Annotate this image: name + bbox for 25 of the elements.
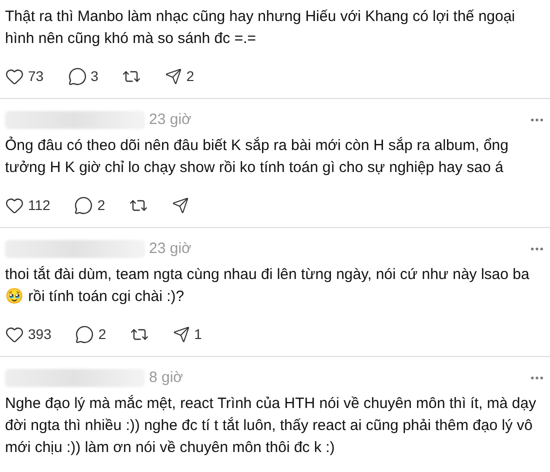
comment-icon: [75, 324, 94, 344]
comment-icon: [74, 196, 94, 214]
send-icon: [165, 68, 182, 84]
like-button[interactable]: 112: [5, 194, 50, 216]
post-text: Thật ra thì Manbo làm nhạc cũng hay nhưng Hiếu với Khang có lợi thế ngoại hình nên cũng khó mà so sánh đc =.=: [5, 7, 516, 49]
post-text: Nghe đạo lý mà mắc mệt, react Trình của HTH nói về chuyên môn thì ít, mà dạy đời ngta thì nhiều :)) nghe đc tí t tắt luôn, thấy react ai cũng phải thêm đạo lý vô mới chịu :)) làm ơn nói về chuyên môn thôi đc k :): [5, 394, 538, 458]
post-time: 8 giờ: [149, 368, 184, 388]
post-time: 23 giờ: [149, 238, 192, 259]
like-button[interactable]: 73: [5, 66, 44, 86]
share-button[interactable]: 1: [173, 324, 202, 344]
post-time: 23 giờ: [149, 110, 192, 130]
post-text: thoi tắt đài dùm, team ngta cùng nhau đi lên từng ngày, nói cứ như này lsao ba 🥹 rồi tính toán cgi chài :)?: [5, 265, 530, 307]
comment-icon: [68, 66, 87, 86]
heart-icon: [5, 196, 24, 214]
heart-icon: [5, 66, 24, 86]
share-button[interactable]: 2: [165, 66, 194, 86]
like-button[interactable]: 393: [5, 324, 52, 344]
share-button[interactable]: [172, 196, 190, 214]
post-text: Ỏng đâu có theo dõi nên đâu biết K sắp ra bài mới còn H sắp ra album, ổng tưởng H K giờ chỉ lo chạy show rồi ko tính toán gì cho sự nghiệp hay sao á: [5, 136, 510, 178]
reply-button[interactable]: 3: [68, 66, 98, 86]
reply-button[interactable]: 2: [75, 324, 106, 344]
reply-button[interactable]: 2: [74, 194, 106, 216]
send-icon: [172, 196, 190, 214]
send-icon: [173, 326, 190, 342]
heart-icon: [5, 324, 24, 344]
